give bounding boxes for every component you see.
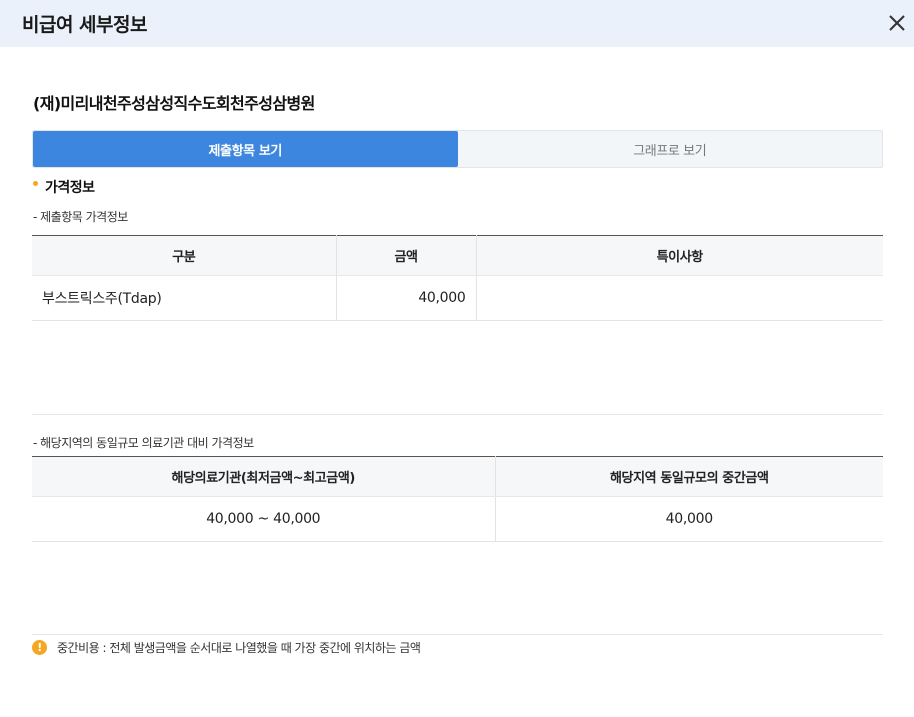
cell-remark xyxy=(476,275,883,321)
cell-range: 40,000 ~ 40,000 xyxy=(32,496,496,542)
modal-title: 비급여 세부정보 xyxy=(22,14,147,36)
table-header-row: 구분 금액 특이사항 xyxy=(32,235,883,276)
table-row: 부스트릭스주(Tdap) 40,000 xyxy=(32,275,883,321)
cell-median: 40,000 xyxy=(495,496,883,542)
close-icon[interactable] xyxy=(886,12,908,34)
modal-header: 비급여 세부정보 xyxy=(0,0,914,47)
column-header-median: 해당지역 동일규모의 중간금액 xyxy=(495,456,883,497)
table-header-row: 해당의료기관(최저금액~최고금액) 해당지역 동일규모의 중간금액 xyxy=(32,456,883,497)
regional-price-subtitle: - 해당지역의 동일규모 의료기관 대비 가격정보 xyxy=(33,436,254,450)
median-note: ! 중간비용 : 전체 발생금액을 순서대로 나열했을 때 가장 중간에 위치하… xyxy=(32,639,421,656)
tab-graph-view[interactable]: 그래프로 보기 xyxy=(458,131,883,167)
column-header-range: 해당의료기관(최저금액~최고금액) xyxy=(32,456,496,497)
price-info-title: 가격정보 xyxy=(45,180,95,196)
submitted-price-subtitle: - 제출항목 가격정보 xyxy=(33,210,128,224)
median-note-text: 중간비용 : 전체 발생금액을 순서대로 나열했을 때 가장 중간에 위치하는 … xyxy=(57,641,421,655)
bullet-dot-icon xyxy=(33,180,38,186)
column-header-remark: 특이사항 xyxy=(476,235,883,276)
column-header-amount: 금액 xyxy=(336,235,477,276)
view-tabs: 제출항목 보기 그래프로 보기 xyxy=(32,130,883,168)
section-divider xyxy=(32,414,883,415)
price-info-section-title: 가격정보 xyxy=(33,177,95,197)
info-icon: ! xyxy=(32,640,47,655)
note-divider xyxy=(32,634,883,635)
regional-price-table: 해당의료기관(최저금액~최고금액) 해당지역 동일규모의 중간금액 40,000… xyxy=(32,456,883,542)
table-row: 40,000 ~ 40,000 40,000 xyxy=(32,496,883,542)
hospital-name: (재)미리내천주성삼성직수도회천주성삼병원 xyxy=(33,94,315,113)
cell-amount: 40,000 xyxy=(336,275,477,321)
submitted-price-table: 구분 금액 특이사항 부스트릭스주(Tdap) 40,000 xyxy=(32,235,883,321)
close-icon-svg xyxy=(889,15,905,31)
tab-submitted-items[interactable]: 제출항목 보기 xyxy=(33,131,458,167)
cell-category: 부스트릭스주(Tdap) xyxy=(32,275,337,321)
column-header-category: 구분 xyxy=(32,235,337,276)
